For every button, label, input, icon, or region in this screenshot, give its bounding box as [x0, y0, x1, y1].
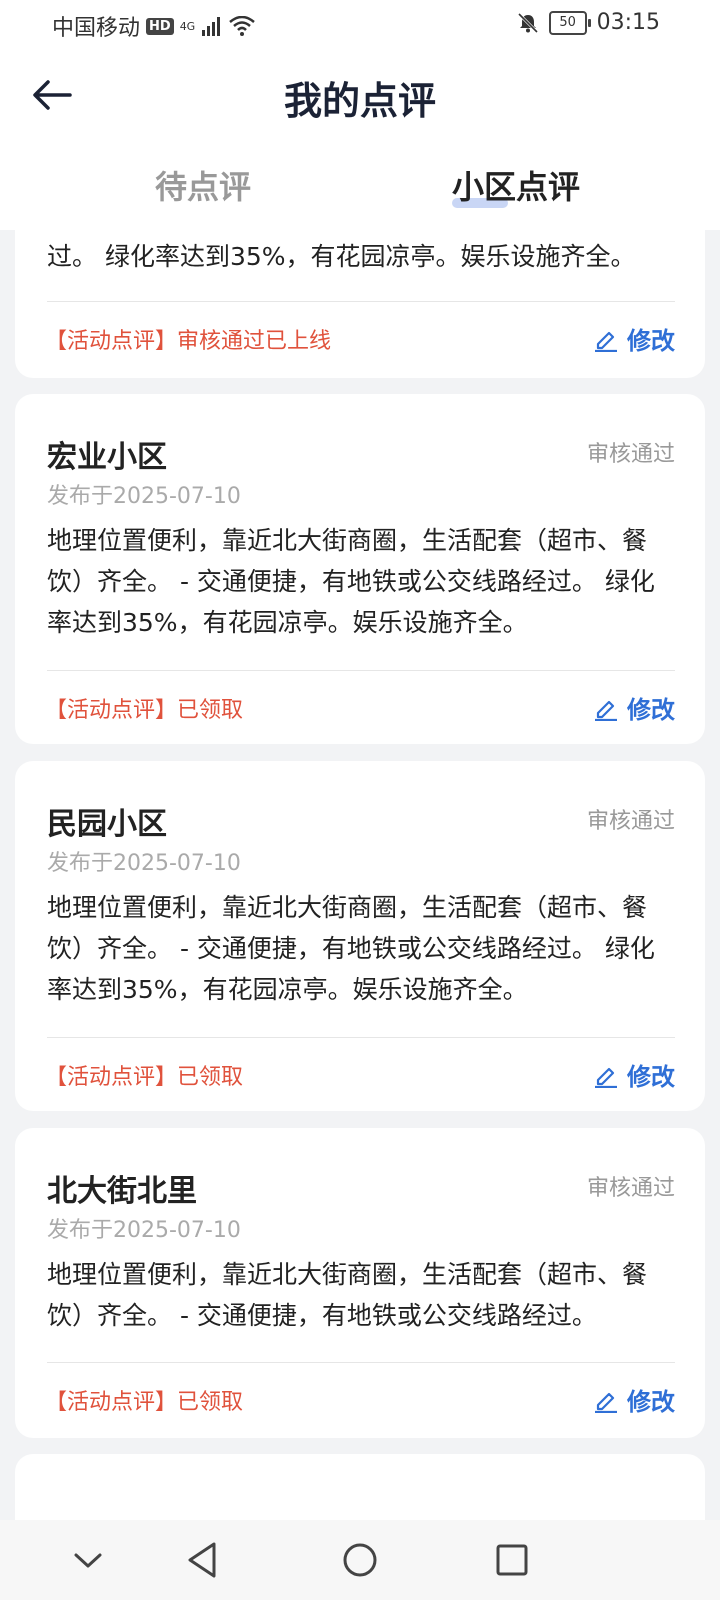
page-title: 我的点评: [283, 79, 436, 123]
edit-button[interactable]: 修改: [593, 321, 675, 356]
review-card[interactable]: 宏业小区 审核通过 发布于2025-07-10 地理位置便利，靠近北大街商圈，生…: [15, 394, 705, 744]
edit-label: 修改: [627, 696, 675, 724]
recents-square-icon[interactable]: [490, 1538, 534, 1582]
back-triangle-icon[interactable]: [182, 1538, 226, 1582]
card-divider: [47, 1362, 675, 1363]
activity-tag: 【活动点评】已领取: [45, 1065, 244, 1090]
activity-tag: 【活动点评】已领取: [45, 698, 244, 723]
card-divider: [47, 1037, 675, 1038]
battery-icon: 50: [548, 10, 591, 35]
edit-icon: [595, 1067, 617, 1088]
review-body-tail: 过。 绿化率达到35%，有花园凉亭。娱乐设施齐全。: [47, 242, 636, 271]
review-status: 审核通过: [586, 809, 675, 834]
review-body: 地理位置便利，靠近北大街商圈，生活配套（超市、餐饮）齐全。 - 交通便捷，有地铁…: [47, 893, 655, 1004]
wifi-icon: [229, 16, 256, 36]
system-nav-bar: [0, 1520, 720, 1600]
tab-community-review-label: 小区点评: [452, 168, 581, 206]
edit-icon: [595, 1392, 617, 1413]
activity-tag: 【活动点评】审核通过已上线: [45, 329, 332, 354]
review-body: 地理位置便利，靠近北大街商圈，生活配套（超市、餐饮）齐全。 - 交通便捷，有地铁…: [47, 526, 655, 637]
network-type: 4G: [179, 19, 196, 33]
review-body: 地理位置便利，靠近北大街商圈，生活配套（超市、餐饮）齐全。 - 交通便捷，有地铁…: [47, 1260, 648, 1330]
edit-icon: [595, 331, 617, 352]
home-circle-icon[interactable]: [338, 1538, 382, 1582]
chevron-down-icon[interactable]: [66, 1538, 110, 1582]
edit-button[interactable]: 修改: [593, 690, 675, 725]
publish-date: 发布于2025-07-10: [47, 484, 241, 509]
edit-button[interactable]: 修改: [593, 1382, 675, 1417]
clock: 03:15: [596, 10, 660, 35]
status-right: 50 03:15: [517, 10, 660, 35]
publish-date: 发布于2025-07-10: [47, 1218, 241, 1243]
review-status: 审核通过: [586, 1176, 675, 1201]
tab-pending-review[interactable]: 待点评: [155, 162, 251, 208]
signal-icon: [202, 17, 221, 36]
edit-icon: [595, 700, 617, 721]
review-status: 审核通过: [586, 442, 675, 467]
card-divider: [47, 301, 675, 302]
publish-date: 发布于2025-07-10: [47, 851, 241, 876]
carrier-label: 中国移动: [52, 16, 141, 41]
edit-label: 修改: [627, 1063, 675, 1091]
status-bar: 中国移动 HD 4G 50 03:15: [0, 0, 720, 50]
review-card[interactable]: 北大街北里 审核通过 发布于2025-07-10 地理位置便利，靠近北大街商圈，…: [15, 1128, 705, 1438]
community-name: 北大街北里: [47, 1174, 197, 1209]
hd-icon: HD: [146, 17, 174, 35]
edit-label: 修改: [627, 327, 675, 355]
review-card[interactable]: 民园小区 审核通过 发布于2025-07-10 地理位置便利，靠近北大街商圈，生…: [15, 761, 705, 1111]
activity-tag: 【活动点评】已领取: [45, 1390, 244, 1415]
status-left: 中国移动 HD 4G: [52, 10, 256, 42]
tab-bar: 待点评 小区点评: [0, 162, 720, 222]
review-card-partial: 过。 绿化率达到35%，有花园凉亭。娱乐设施齐全。 【活动点评】审核通过已上线 …: [15, 230, 705, 378]
review-card-next[interactable]: [15, 1454, 705, 1520]
community-name: 民园小区: [47, 807, 167, 842]
bell-muted-icon: [517, 12, 538, 33]
edit-label: 修改: [627, 1388, 675, 1416]
tab-community-review[interactable]: 小区点评: [452, 162, 580, 208]
community-name: 宏业小区: [47, 440, 167, 475]
edit-button[interactable]: 修改: [593, 1057, 675, 1092]
review-list[interactable]: 过。 绿化率达到35%，有花园凉亭。娱乐设施齐全。 【活动点评】审核通过已上线 …: [0, 230, 720, 1520]
card-divider: [47, 670, 675, 671]
app-header: 我的点评 待点评 小区点评: [0, 50, 720, 230]
